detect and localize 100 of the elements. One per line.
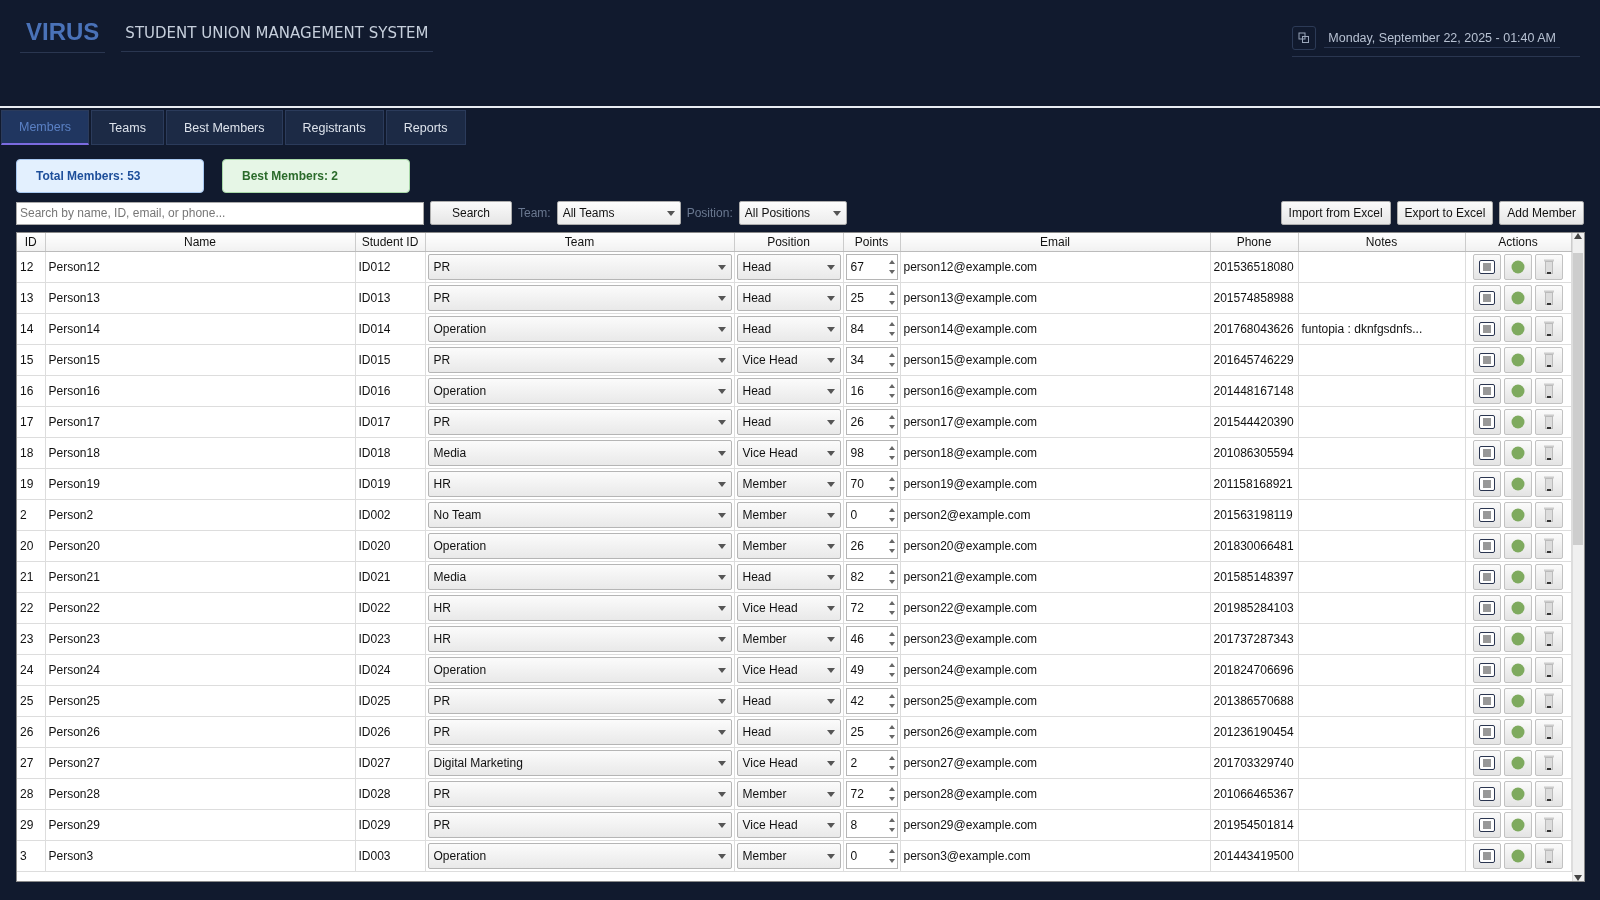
position-dropdown[interactable]: Head (736, 316, 841, 342)
details-button[interactable] (1473, 688, 1501, 714)
delete-button[interactable] (1535, 533, 1563, 559)
points-spinner[interactable]: 49 (845, 657, 898, 683)
column-header[interactable]: Student ID (355, 233, 425, 252)
team-dropdown[interactable]: No Team (427, 502, 732, 528)
details-button[interactable] (1473, 316, 1501, 342)
delete-button[interactable] (1535, 409, 1563, 435)
column-header[interactable]: ID (17, 233, 45, 252)
toolbar-button[interactable]: Add Member (1499, 201, 1584, 225)
points-spinner[interactable]: 26 (845, 409, 898, 435)
points-spinner[interactable]: 72 (845, 595, 898, 621)
details-button[interactable] (1473, 595, 1501, 621)
team-dropdown[interactable]: PR (427, 285, 732, 311)
points-spinner[interactable]: 98 (845, 440, 898, 466)
column-header[interactable]: Name (45, 233, 355, 252)
points-spinner[interactable]: 84 (845, 316, 898, 342)
position-dropdown[interactable]: Vice Head (736, 657, 841, 683)
position-dropdown[interactable]: Head (736, 285, 841, 311)
details-button[interactable] (1473, 626, 1501, 652)
scroll-down-icon[interactable] (1574, 875, 1583, 881)
delete-button[interactable] (1535, 719, 1563, 745)
points-spinner[interactable]: 8 (845, 812, 898, 838)
team-dropdown[interactable]: PR (427, 812, 732, 838)
position-dropdown[interactable]: Member (736, 626, 841, 652)
position-dropdown[interactable]: Head (736, 378, 841, 404)
details-button[interactable] (1473, 781, 1501, 807)
details-button[interactable] (1473, 254, 1501, 280)
position-dropdown[interactable]: Head (736, 254, 841, 280)
points-spinner[interactable]: 26 (845, 533, 898, 559)
column-header[interactable]: Team (425, 233, 734, 252)
team-dropdown[interactable]: Operation (427, 657, 732, 683)
column-header[interactable]: Email (900, 233, 1210, 252)
details-button[interactable] (1473, 657, 1501, 683)
details-button[interactable] (1473, 812, 1501, 838)
points-spinner[interactable]: 25 (845, 719, 898, 745)
delete-button[interactable] (1535, 378, 1563, 404)
delete-button[interactable] (1535, 564, 1563, 590)
details-button[interactable] (1473, 564, 1501, 590)
delete-button[interactable] (1535, 626, 1563, 652)
team-dropdown[interactable]: HR (427, 471, 732, 497)
points-spinner[interactable]: 82 (845, 564, 898, 590)
delete-button[interactable] (1535, 657, 1563, 683)
position-dropdown[interactable]: Head (736, 688, 841, 714)
details-button[interactable] (1473, 378, 1501, 404)
details-button[interactable] (1473, 750, 1501, 776)
column-header[interactable]: Points (843, 233, 900, 252)
scrollbar-thumb[interactable] (1573, 253, 1584, 545)
details-button[interactable] (1473, 285, 1501, 311)
window-icon[interactable] (1292, 26, 1317, 50)
delete-button[interactable] (1535, 347, 1563, 373)
toolbar-button[interactable]: Import from Excel (1280, 201, 1391, 225)
team-dropdown[interactable]: HR (427, 595, 732, 621)
search-button[interactable]: Search (430, 201, 512, 225)
delete-button[interactable] (1535, 595, 1563, 621)
delete-button[interactable] (1535, 688, 1563, 714)
details-button[interactable] (1473, 440, 1501, 466)
points-spinner[interactable]: 16 (845, 378, 898, 404)
column-header[interactable]: Notes (1298, 233, 1465, 252)
position-dropdown[interactable]: Head (736, 409, 841, 435)
team-dropdown[interactable]: PR (427, 409, 732, 435)
search-field[interactable]: Search by name, ID, email, or phone... (16, 201, 424, 225)
delete-button[interactable] (1535, 316, 1563, 342)
delete-button[interactable] (1535, 843, 1563, 869)
delete-button[interactable] (1535, 502, 1563, 528)
team-dropdown[interactable]: Media (427, 440, 732, 466)
points-spinner[interactable]: 25 (845, 285, 898, 311)
team-dropdown[interactable]: Digital Marketing (427, 750, 732, 776)
details-button[interactable] (1473, 719, 1501, 745)
delete-button[interactable] (1535, 471, 1563, 497)
column-header[interactable]: Position (734, 233, 843, 252)
details-button[interactable] (1473, 843, 1501, 869)
delete-button[interactable] (1535, 254, 1563, 280)
points-spinner[interactable]: 46 (845, 626, 898, 652)
scroll-up-icon[interactable] (1574, 233, 1583, 239)
team-dropdown[interactable]: PR (427, 781, 732, 807)
team-dropdown[interactable]: Operation (427, 316, 732, 342)
position-dropdown[interactable]: Member (736, 533, 841, 559)
points-spinner[interactable]: 2 (845, 750, 898, 776)
team-dropdown[interactable]: PR (427, 688, 732, 714)
points-spinner[interactable]: 72 (845, 781, 898, 807)
toolbar-button[interactable]: Export to Excel (1396, 201, 1494, 225)
position-dropdown[interactable]: All Positions (738, 201, 847, 225)
team-dropdown[interactable]: All Teams (556, 201, 681, 225)
points-spinner[interactable]: 0 (845, 843, 898, 869)
position-dropdown[interactable]: Head (736, 564, 841, 590)
team-dropdown[interactable]: HR (427, 626, 732, 652)
tab[interactable]: Teams (91, 110, 164, 145)
team-dropdown[interactable]: PR (427, 347, 732, 373)
delete-button[interactable] (1535, 285, 1563, 311)
tab[interactable]: Reports (385, 110, 466, 145)
tab[interactable]: Best Members (165, 110, 283, 145)
position-dropdown[interactable]: Member (736, 471, 841, 497)
delete-button[interactable] (1535, 781, 1563, 807)
details-button[interactable] (1473, 502, 1501, 528)
position-dropdown[interactable]: Vice Head (736, 812, 841, 838)
details-button[interactable] (1473, 409, 1501, 435)
details-button[interactable] (1473, 533, 1501, 559)
delete-button[interactable] (1535, 812, 1563, 838)
details-button[interactable] (1473, 471, 1501, 497)
